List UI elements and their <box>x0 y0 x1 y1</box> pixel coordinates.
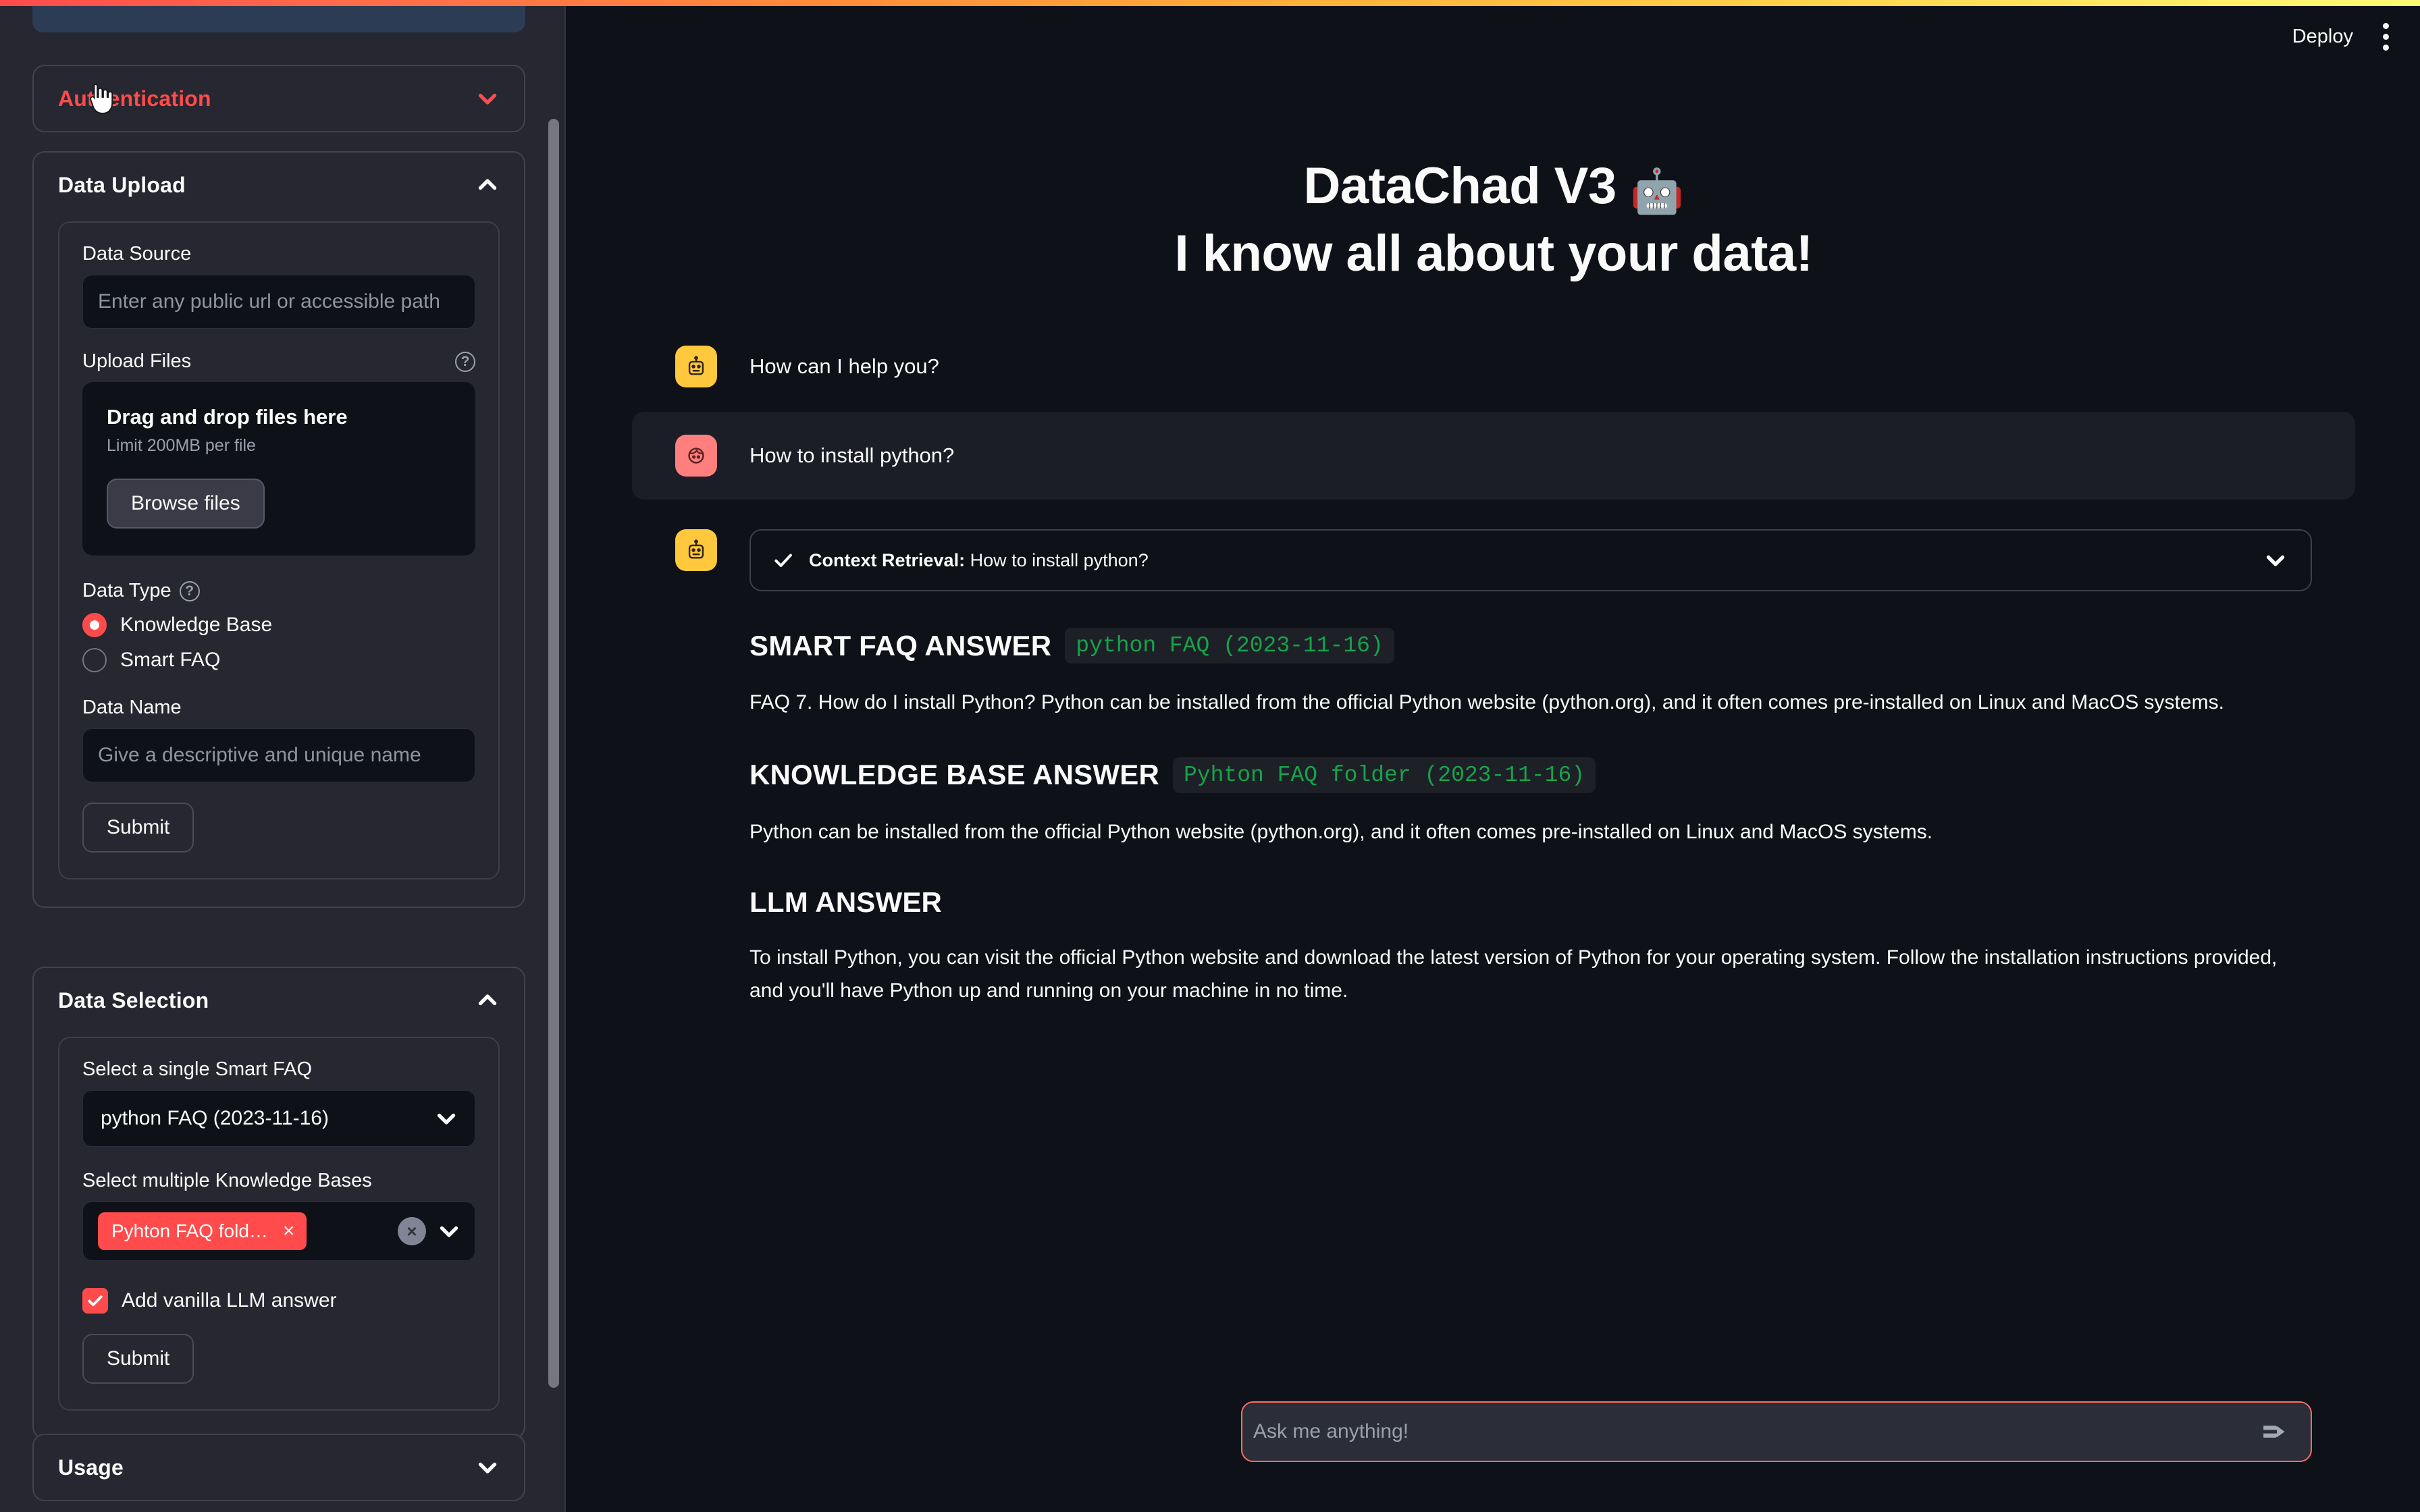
multi-kb-label: Select multiple Knowledge Bases <box>82 1170 475 1192</box>
robot-avatar-icon <box>675 346 717 387</box>
expander-authentication-title: Authentication <box>58 86 211 111</box>
context-retrieval-detail: How to install python? <box>965 550 1149 570</box>
chat-input-placeholder: Ask me anything! <box>1253 1420 1409 1443</box>
answer-title: SMART FAQ ANSWER <box>749 630 1051 662</box>
person-avatar-icon <box>675 435 717 477</box>
radio-knowledge-base-indicator[interactable] <box>82 613 107 637</box>
chevron-down-icon[interactable] <box>475 86 500 111</box>
upload-files-label: Upload Files <box>82 350 191 373</box>
chat-message-text: How can I help you? <box>749 346 939 383</box>
expander-data-selection-header[interactable]: Data Selection <box>34 968 524 1033</box>
data-name-placeholder: Give a descriptive and unique name <box>98 744 421 767</box>
clear-circle-icon[interactable]: × <box>398 1217 426 1245</box>
answer-heading-smart-faq: SMART FAQ ANSWER python FAQ (2023-11-16) <box>749 628 2312 664</box>
answer-title: LLM ANSWER <box>749 886 942 919</box>
sidebar-scrollbar[interactable] <box>548 0 559 1512</box>
data-name-input[interactable]: Give a descriptive and unique name <box>82 728 475 782</box>
multi-kb-chip[interactable]: Pyhton FAQ fold… × <box>98 1212 307 1250</box>
data-source-placeholder: Enter any public url or accessible path <box>98 290 440 313</box>
chevron-up-icon[interactable] <box>475 988 500 1013</box>
sidebar-scrollbar-thumb[interactable] <box>548 119 559 1388</box>
context-retrieval-label: Context Retrieval: <box>809 550 965 570</box>
chat-message-assistant-greeting: How can I help you? <box>675 331 2312 402</box>
question-mark-icon[interactable]: ? <box>180 581 200 601</box>
dropzone-limit-text: Limit 200MB per file <box>107 436 451 456</box>
single-faq-value: python FAQ (2023-11-16) <box>101 1107 329 1130</box>
chevron-down-icon[interactable] <box>475 1455 500 1480</box>
data-selection-submit-button[interactable]: Submit <box>82 1334 194 1384</box>
expander-usage-title: Usage <box>58 1455 124 1480</box>
hero-title-block: DataChad V3 🤖 I know all about your data! <box>567 153 2420 288</box>
file-dropzone[interactable]: Drag and drop files here Limit 200MB per… <box>82 382 475 556</box>
browse-files-button[interactable]: Browse files <box>107 479 265 529</box>
chevron-down-icon[interactable] <box>437 1219 461 1243</box>
data-type-label-row: Data Type ? <box>82 580 475 602</box>
mouse-cursor <box>85 82 115 117</box>
single-faq-label: Select a single Smart FAQ <box>82 1058 475 1081</box>
page-title-line1: DataChad V3 <box>1303 157 1630 215</box>
vanilla-llm-checkbox-row[interactable]: Add vanilla LLM answer <box>82 1288 475 1314</box>
context-retrieval-status-expander[interactable]: Context Retrieval: How to install python… <box>749 529 2312 591</box>
chat-message-assistant-answer: Context Retrieval: How to install python… <box>675 529 2312 1007</box>
kebab-menu-icon[interactable] <box>2383 23 2389 51</box>
chevron-down-icon[interactable] <box>2263 548 2288 572</box>
vanilla-llm-checkbox-label: Add vanilla LLM answer <box>122 1289 337 1312</box>
data-source-label: Data Source <box>82 243 475 265</box>
chat-message-user-question: How to install python? <box>632 412 2355 500</box>
check-icon <box>772 549 794 571</box>
radio-smart-faq-label: Smart FAQ <box>120 649 220 672</box>
context-retrieval-status-text: Context Retrieval: How to install python… <box>809 550 1149 571</box>
multi-kb-multiselect[interactable]: Pyhton FAQ fold… × × <box>82 1202 475 1261</box>
answer-source-tag: Pyhton FAQ folder (2023-11-16) <box>1173 757 1596 793</box>
answer-heading-knowledge-base: KNOWLEDGE BASE ANSWER Pyhton FAQ folder … <box>749 757 2312 793</box>
expander-data-selection[interactable]: Data Selection Select a single Smart FAQ… <box>32 967 525 1439</box>
deploy-button[interactable]: Deploy <box>2292 26 2353 48</box>
data-name-label: Data Name <box>82 697 475 719</box>
chevron-up-icon[interactable] <box>475 173 500 197</box>
vanilla-llm-checkbox[interactable] <box>82 1288 108 1314</box>
page-title: DataChad V3 🤖 I know all about your data! <box>567 153 2420 288</box>
data-source-input[interactable]: Enter any public url or accessible path <box>82 275 475 329</box>
single-faq-select[interactable]: python FAQ (2023-11-16) <box>82 1090 475 1147</box>
dropzone-main-text: Drag and drop files here <box>107 405 451 429</box>
answers-list: SMART FAQ ANSWER python FAQ (2023-11-16)… <box>749 628 2312 1007</box>
answer-body: To install Python, you can visit the off… <box>749 942 2312 1007</box>
answer-heading-llm: LLM ANSWER <box>749 886 2312 919</box>
chevron-down-icon[interactable] <box>434 1106 458 1131</box>
page-title-line2: I know all about your data! <box>1174 225 1812 282</box>
expander-usage-header[interactable]: Usage <box>34 1435 524 1500</box>
chat-thread: How can I help you? How to install pytho… <box>675 331 2312 1007</box>
radio-knowledge-base-label: Knowledge Base <box>120 614 272 637</box>
radio-smart-faq-indicator[interactable] <box>82 648 107 672</box>
loading-progress-bar <box>0 0 2420 6</box>
app-header: Deploy <box>2292 0 2420 73</box>
check-icon <box>86 1292 104 1310</box>
answer-title: KNOWLEDGE BASE ANSWER <box>749 759 1159 791</box>
data-upload-form: Data Source Enter any public url or acce… <box>58 221 500 880</box>
expander-data-upload-title: Data Upload <box>58 173 186 198</box>
data-selection-form: Select a single Smart FAQ python FAQ (20… <box>58 1037 500 1411</box>
multi-kb-chip-label: Pyhton FAQ fold… <box>111 1220 268 1242</box>
radio-knowledge-base[interactable]: Knowledge Base <box>82 613 475 637</box>
upload-files-label-row: Upload Files ? <box>82 350 475 373</box>
answer-body: Python can be installed from the officia… <box>749 816 2312 849</box>
data-upload-submit-button[interactable]: Submit <box>82 803 194 853</box>
sidebar: Learn how it works here Authentication D… <box>0 0 566 1512</box>
close-icon[interactable]: × <box>283 1221 295 1241</box>
expander-usage[interactable]: Usage <box>32 1434 525 1501</box>
main-panel: Deploy DataChad V3 🤖 I know all about you… <box>567 0 2420 1512</box>
radio-smart-faq[interactable]: Smart FAQ <box>82 648 475 672</box>
data-type-label: Data Type <box>82 580 172 602</box>
answer-source-tag: python FAQ (2023-11-16) <box>1065 628 1394 664</box>
question-mark-icon[interactable]: ? <box>455 352 475 372</box>
expander-data-upload-header[interactable]: Data Upload <box>34 153 524 217</box>
answer-body: FAQ 7. How do I install Python? Python c… <box>749 686 2312 720</box>
chat-message-text: How to install python? <box>749 435 954 472</box>
robot-avatar-icon <box>675 529 717 571</box>
expander-data-upload[interactable]: Data Upload Data Source Enter any public… <box>32 151 525 908</box>
send-icon[interactable] <box>2259 1416 2290 1447</box>
chat-input-bar[interactable]: Ask me anything! <box>1241 1401 2312 1462</box>
robot-icon: 🤖 <box>1630 167 1683 215</box>
expander-data-selection-title: Data Selection <box>58 988 209 1013</box>
